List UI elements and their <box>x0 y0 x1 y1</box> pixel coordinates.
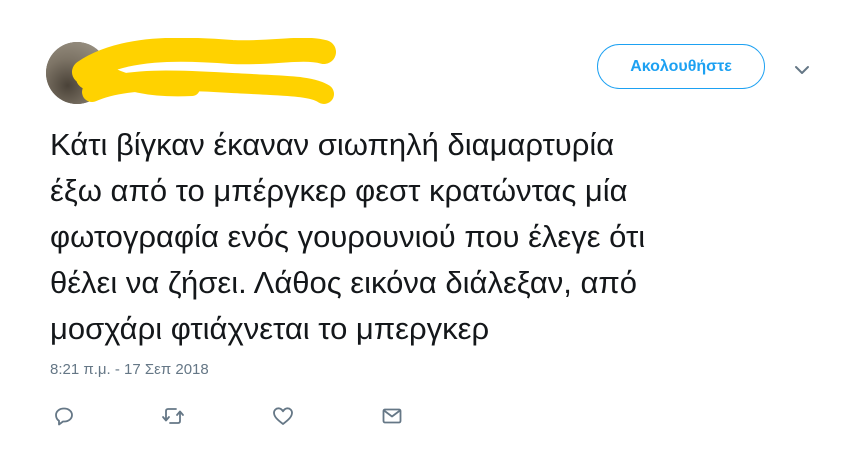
like-icon[interactable] <box>271 404 295 428</box>
reply-icon[interactable] <box>52 404 76 428</box>
tweet-timestamp[interactable]: 8:21 π.μ. - 17 Σεπ 2018 <box>50 361 209 378</box>
tweet-card: να Ακολουθήστε Κάτι βίγκαν έκαναν σιωπηλ… <box>0 0 860 457</box>
follow-button[interactable]: Ακολουθήστε <box>597 44 765 89</box>
tweet-text-line: φωτογραφία ενός γουρουνιού που έλεγε ότι <box>50 219 646 254</box>
tweet-text: Κάτι βίγκαν έκαναν σιωπηλή διαμαρτυρία έ… <box>50 122 830 352</box>
direct-message-icon[interactable] <box>380 404 404 428</box>
tweet-text-line: θέλει να ζήσει. Λάθος εικόνα διάλεξαν, α… <box>50 265 638 300</box>
retweet-icon[interactable] <box>161 404 185 428</box>
redaction-scribble <box>72 38 336 104</box>
tweet-text-line: έξω από το μπέργκερ φεστ κρατώντας μία <box>50 173 628 208</box>
chevron-down-icon[interactable] <box>792 60 812 80</box>
tweet-text-line: Κάτι βίγκαν έκαναν σιωπηλή διαμαρτυρία <box>50 127 615 162</box>
tweet-text-line: μοσχάρι φτιάχνεται το μπεργκερ <box>50 311 490 346</box>
